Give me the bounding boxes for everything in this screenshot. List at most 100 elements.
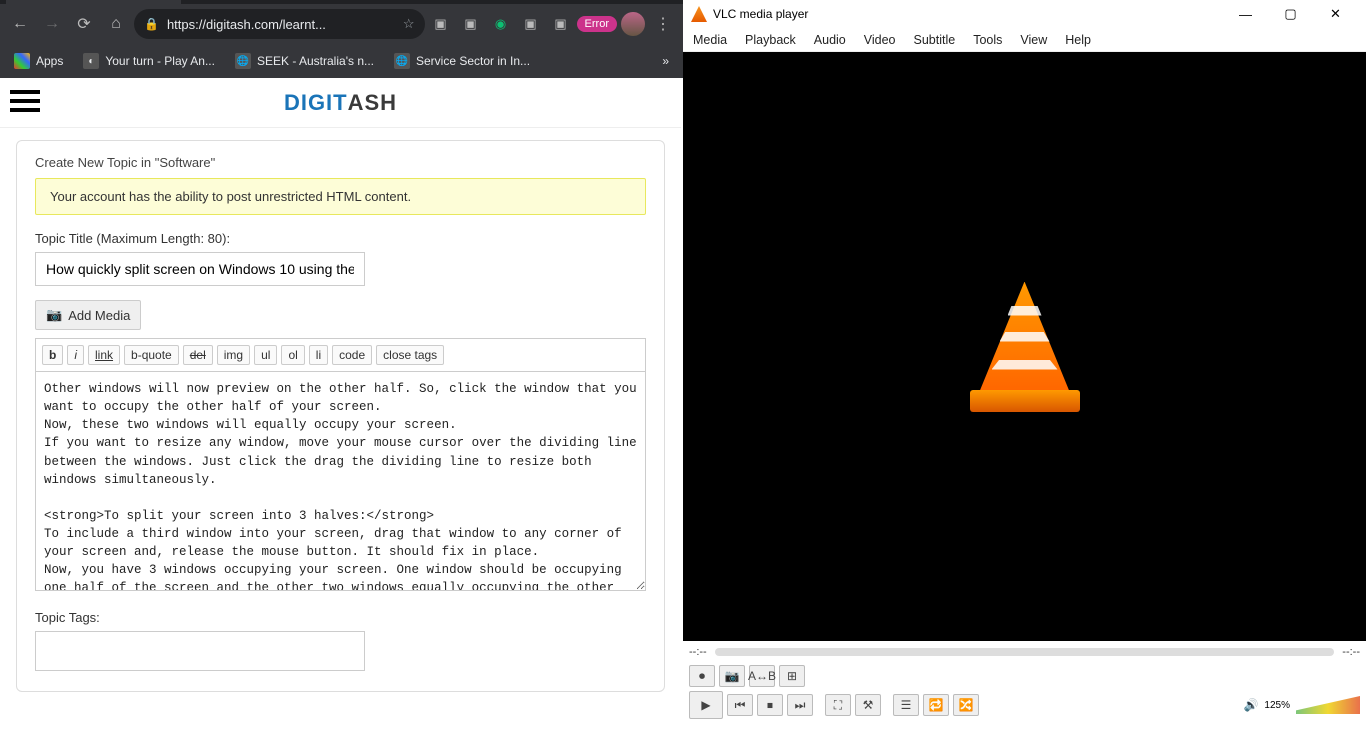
menu-button[interactable] — [10, 88, 40, 114]
bookmark-item[interactable]: 🌐Service Sector in In... — [388, 49, 536, 73]
stop-button[interactable]: ⏹ — [757, 694, 783, 716]
url-text: https://digitash.com/learnt... — [167, 17, 395, 32]
volume-pct: 125% — [1264, 700, 1290, 711]
img-button[interactable]: img — [217, 345, 250, 365]
grammarly-icon[interactable]: ◉ — [489, 12, 513, 36]
bookmark-item[interactable]: 🌐SEEK - Australia's n... — [229, 49, 380, 73]
address-bar[interactable]: 🔒 https://digitash.com/learnt... ☆ — [134, 9, 425, 39]
nav-bar: ← → ⟳ ⌂ 🔒 https://digitash.com/learnt...… — [0, 4, 683, 44]
form-legend: Create New Topic in "Software" — [35, 155, 646, 170]
home-button[interactable]: ⌂ — [102, 10, 130, 38]
italic-button[interactable]: i — [67, 345, 84, 365]
menu-view[interactable]: View — [1020, 33, 1047, 47]
star-icon[interactable]: ☆ — [403, 16, 415, 32]
extension-icon[interactable]: ▣ — [519, 12, 543, 36]
vlc-toolbar-upper: ⏺ 📷 A↔B ⊞ — [683, 663, 1366, 689]
globe-icon: 🌐 — [235, 53, 251, 69]
volume-slider[interactable] — [1296, 696, 1360, 714]
content-editor[interactable] — [35, 371, 646, 591]
bquote-button[interactable]: b-quote — [124, 345, 179, 365]
code-button[interactable]: code — [332, 345, 372, 365]
bookmarks-overflow[interactable]: » — [656, 50, 675, 72]
bookmark-item[interactable]: ◐Your turn - Play An... — [77, 49, 221, 73]
li-button[interactable]: li — [309, 345, 328, 365]
window-min-icon[interactable]: — — [545, 0, 591, 2]
loop-button[interactable]: 🔁 — [923, 694, 949, 716]
window-close-icon[interactable]: ✕ — [637, 0, 683, 2]
menu-audio[interactable]: Audio — [814, 33, 846, 47]
notice-banner: Your account has the ability to post unr… — [35, 178, 646, 215]
page-viewport: DIGITASH Create New Topic in "Software" … — [0, 78, 683, 739]
playlist-button[interactable]: ☰ — [893, 694, 919, 716]
globe-icon: ◐ — [83, 53, 99, 69]
shuffle-button[interactable]: 🔀 — [953, 694, 979, 716]
close-tags-button[interactable]: close tags — [376, 345, 444, 365]
menu-subtitle[interactable]: Subtitle — [914, 33, 956, 47]
window-close-icon[interactable]: ✕ — [1313, 0, 1358, 28]
menu-icon[interactable]: ⋮ — [649, 10, 677, 38]
window-max-icon[interactable]: ▢ — [1268, 0, 1313, 28]
globe-icon: 🌐 — [394, 53, 410, 69]
add-media-button[interactable]: 📷Add Media — [35, 300, 141, 330]
next-button[interactable]: ⏭ — [787, 694, 813, 716]
tags-input[interactable] — [35, 631, 365, 671]
vlc-controls: ▶ ⏮ ⏹ ⏭ ⛶ ⚒ ☰ 🔁 🔀 🔊 125% — [683, 689, 1366, 721]
video-area[interactable] — [683, 52, 1366, 641]
fullscreen-button[interactable]: ⛶ — [825, 694, 851, 716]
bold-button[interactable]: b — [42, 345, 63, 365]
tab-strip: Software - LearnTips × + — ▢ ✕ — [0, 0, 683, 4]
time-bar: --:-- --:-- — [683, 641, 1366, 663]
seek-slider[interactable] — [715, 648, 1335, 656]
lock-icon: 🔒 — [144, 17, 159, 31]
browser-tab[interactable]: Software - LearnTips × — [6, 0, 181, 4]
extension-icon[interactable]: ▣ — [429, 12, 453, 36]
menu-video[interactable]: Video — [864, 33, 896, 47]
menu-tools[interactable]: Tools — [973, 33, 1002, 47]
prev-button[interactable]: ⏮ — [727, 694, 753, 716]
new-topic-form: Create New Topic in "Software" Your acco… — [16, 140, 665, 692]
window-max-icon[interactable]: ▢ — [591, 0, 637, 2]
extension-icon[interactable]: ▣ — [459, 12, 483, 36]
chrome-window: Software - LearnTips × + — ▢ ✕ ← → ⟳ ⌂ 🔒… — [0, 0, 683, 739]
ul-button[interactable]: ul — [254, 345, 277, 365]
forward-button[interactable]: → — [38, 10, 66, 38]
time-remaining: --:-- — [1342, 646, 1360, 658]
vlc-menu-bar: Media Playback Audio Video Subtitle Tool… — [683, 28, 1366, 52]
profile-avatar[interactable] — [621, 12, 645, 36]
mute-icon[interactable]: 🔊 — [1243, 698, 1258, 712]
reload-button[interactable]: ⟳ — [70, 10, 98, 38]
extension-icon[interactable]: ▣ — [549, 12, 573, 36]
time-elapsed: --:-- — [689, 646, 707, 658]
back-button[interactable]: ← — [6, 10, 34, 38]
title-label: Topic Title (Maximum Length: 80): — [35, 231, 646, 246]
menu-playback[interactable]: Playback — [745, 33, 796, 47]
menu-help[interactable]: Help — [1065, 33, 1091, 47]
site-logo[interactable]: DIGITASH — [284, 90, 397, 116]
window-min-icon[interactable]: — — [1223, 0, 1268, 28]
snapshot-button[interactable]: 📷 — [719, 665, 745, 687]
vlc-window: VLC media player — ▢ ✕ Media Playback Au… — [683, 0, 1366, 739]
record-button[interactable]: ⏺ — [689, 665, 715, 687]
vlc-cone-logo — [970, 282, 1080, 412]
apps-icon — [14, 53, 30, 69]
atob-button[interactable]: A↔B — [749, 665, 775, 687]
del-button[interactable]: del — [183, 345, 213, 365]
frame-button[interactable]: ⊞ — [779, 665, 805, 687]
topic-title-input[interactable] — [35, 252, 365, 286]
tags-label: Topic Tags: — [35, 610, 646, 625]
menu-media[interactable]: Media — [693, 33, 727, 47]
vlc-title-bar: VLC media player — ▢ ✕ — [683, 0, 1366, 28]
vlc-window-title: VLC media player — [713, 7, 808, 21]
bookmarks-bar: Apps ◐Your turn - Play An... 🌐SEEK - Aus… — [0, 44, 683, 78]
media-icon: 📷 — [46, 307, 62, 323]
vlc-status-bar — [683, 721, 1366, 739]
editor-toolbar: b i link b-quote del img ul ol li code c… — [35, 338, 646, 371]
error-badge[interactable]: Error — [577, 16, 617, 32]
vlc-icon — [691, 6, 707, 22]
site-header: DIGITASH — [0, 78, 681, 128]
link-button[interactable]: link — [88, 345, 120, 365]
ol-button[interactable]: ol — [281, 345, 304, 365]
apps-button[interactable]: Apps — [8, 49, 69, 73]
ext-settings-button[interactable]: ⚒ — [855, 694, 881, 716]
play-button[interactable]: ▶ — [689, 691, 723, 719]
